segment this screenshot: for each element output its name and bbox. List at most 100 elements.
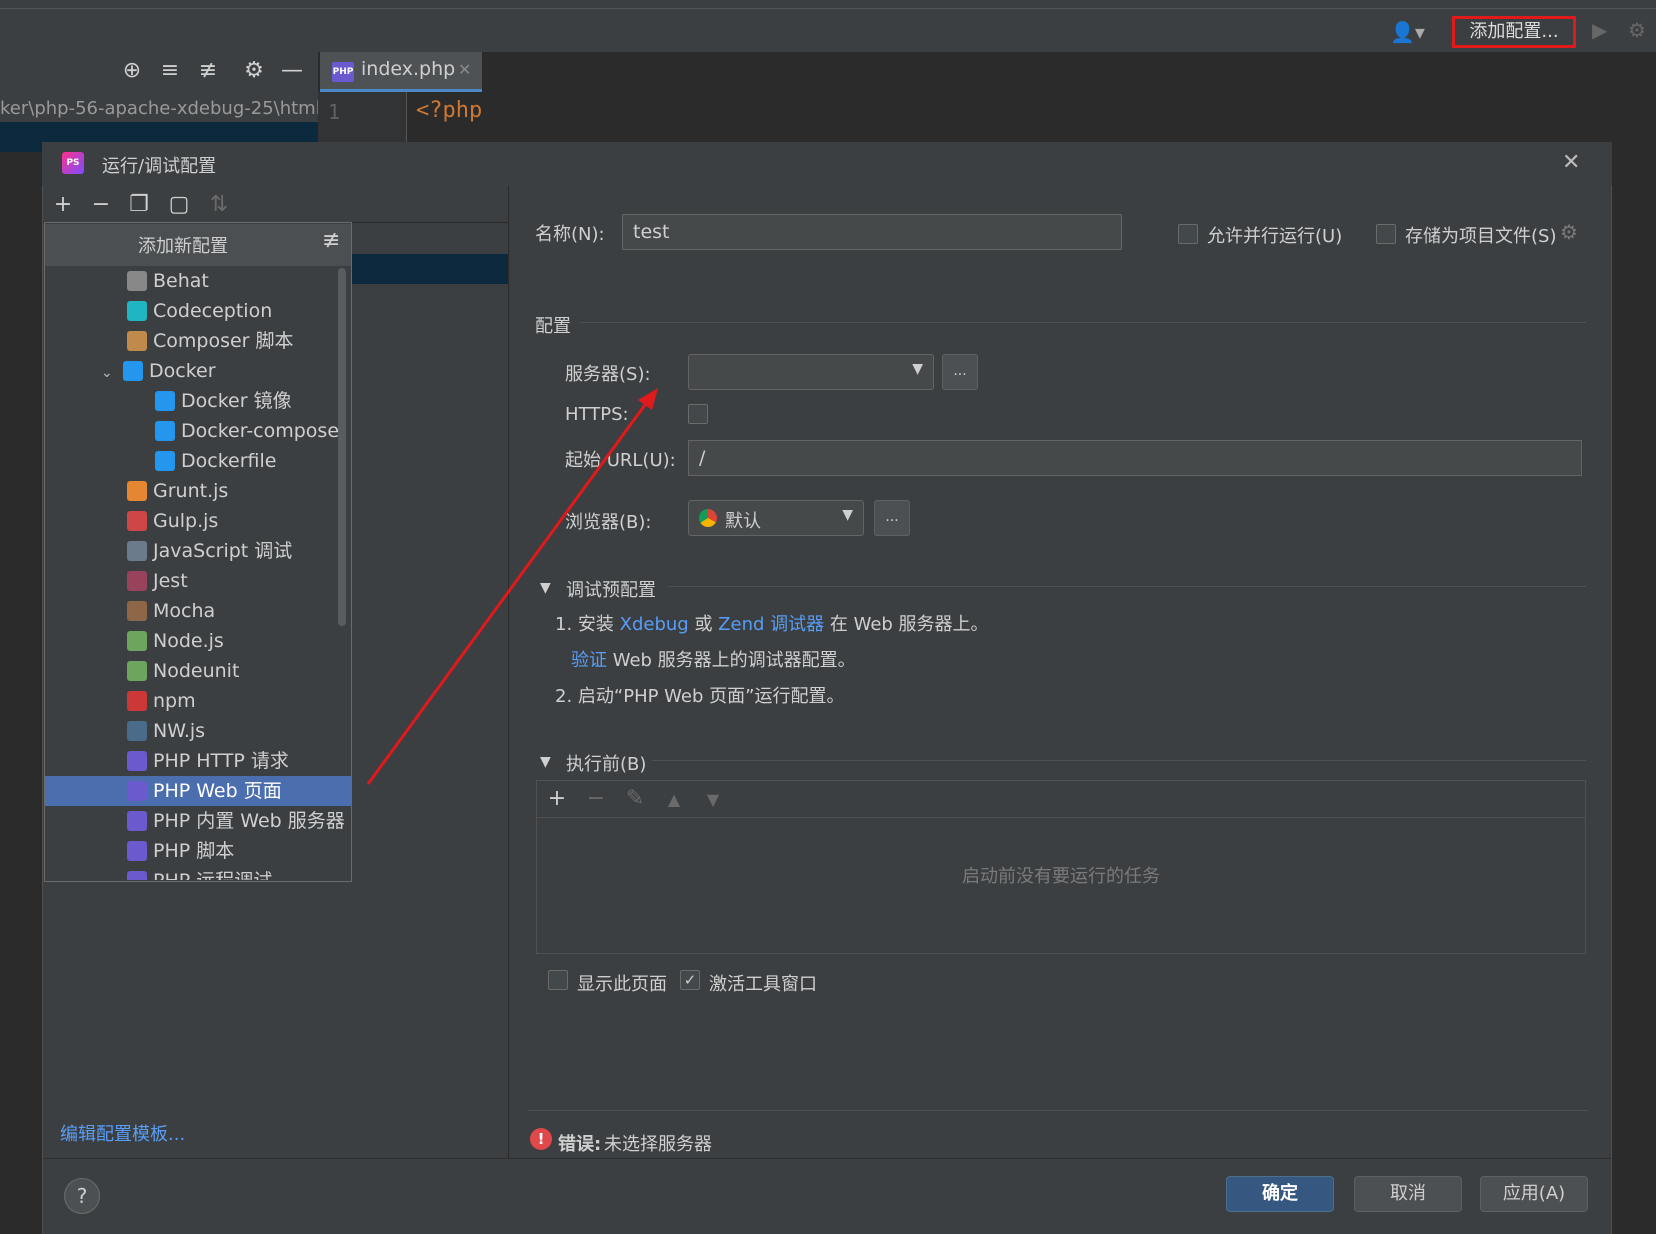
nwjs-icon bbox=[127, 721, 147, 741]
selected-config-row[interactable] bbox=[352, 254, 508, 284]
remove-task-icon[interactable]: − bbox=[583, 786, 609, 811]
show-page-checkbox[interactable] bbox=[548, 970, 568, 990]
php-server-icon bbox=[127, 811, 147, 831]
popup-item[interactable]: Jest bbox=[45, 566, 351, 596]
browser-browse-button[interactable]: ... bbox=[874, 500, 910, 536]
popup-item-label: Codeception bbox=[153, 300, 273, 322]
name-field[interactable]: test bbox=[622, 214, 1122, 250]
config-section-title: 配置 bbox=[535, 316, 571, 337]
server-select[interactable]: ▼ bbox=[688, 354, 934, 390]
dialog-titlebar bbox=[42, 142, 1612, 186]
code-line[interactable]: <?php bbox=[416, 98, 482, 123]
popup-item-label: Grunt.js bbox=[153, 480, 229, 502]
popup-item[interactable]: Mocha bbox=[45, 596, 351, 626]
gear-icon[interactable]: ⚙ bbox=[1560, 220, 1578, 244]
popup-item-label: Jest bbox=[153, 570, 188, 592]
popup-item[interactable]: Docker-compose bbox=[45, 416, 351, 446]
zend-debugger-link[interactable]: Zend 调试器 bbox=[718, 614, 824, 635]
collapse-debug-icon[interactable]: ▼ bbox=[540, 580, 551, 596]
popup-item[interactable]: Gulp.js bbox=[45, 506, 351, 536]
popup-item[interactable]: Grunt.js bbox=[45, 476, 351, 506]
move-down-icon[interactable]: ▼ bbox=[700, 790, 726, 809]
popup-item[interactable]: Docker 镜像 bbox=[45, 386, 351, 416]
start-url-label: 起始 URL(U): bbox=[565, 450, 676, 471]
popup-item[interactable]: Nodeunit bbox=[45, 656, 351, 686]
tab-label[interactable]: index.php bbox=[361, 58, 455, 80]
docker-icon bbox=[155, 391, 175, 411]
collapse-all-icon[interactable]: ≢ bbox=[194, 58, 222, 83]
collapse-before-icon[interactable]: ▼ bbox=[540, 754, 551, 770]
show-page-label: 显示此页面 bbox=[577, 974, 667, 995]
step1-mid: 或 bbox=[688, 614, 719, 635]
popup-item[interactable]: PHP 内置 Web 服务器 bbox=[45, 806, 351, 836]
store-as-file-checkbox[interactable] bbox=[1376, 224, 1396, 244]
verify-suffix: Web 服务器上的调试器配置。 bbox=[607, 650, 856, 671]
dialog-title: 运行/调试配置 bbox=[102, 156, 217, 177]
popup-item-label: PHP Web 页面 bbox=[153, 780, 282, 802]
step1-suffix: 在 Web 服务器上。 bbox=[824, 614, 989, 635]
gear-icon[interactable]: ⚙ bbox=[240, 58, 268, 83]
allow-parallel-label: 允许并行运行(U) bbox=[1207, 226, 1343, 247]
debug-step-1: 1. 安装 Xdebug 或 Zend 调试器 在 Web 服务器上。 bbox=[555, 610, 989, 636]
project-path: ker\php-56-apache-xdebug-25\html bbox=[0, 92, 318, 126]
xdebug-link[interactable]: Xdebug bbox=[620, 614, 689, 635]
docker-icon bbox=[155, 421, 175, 441]
error-divider bbox=[528, 1110, 1588, 1111]
add-task-icon[interactable]: + bbox=[544, 786, 570, 811]
remove-icon[interactable]: − bbox=[88, 192, 114, 217]
popup-item[interactable]: Node.js bbox=[45, 626, 351, 656]
hide-icon[interactable]: — bbox=[278, 58, 306, 83]
name-field-value: test bbox=[633, 221, 670, 243]
popup-item[interactable]: PHP 脚本 bbox=[45, 836, 351, 866]
grunt-icon bbox=[127, 481, 147, 501]
popup-item-label: Gulp.js bbox=[153, 510, 219, 532]
popup-item[interactable]: PHP HTTP 请求 bbox=[45, 746, 351, 776]
before-launch-toolbar bbox=[537, 781, 1585, 818]
popup-item[interactable]: NW.js bbox=[45, 716, 351, 746]
debug-section-title: 调试预配置 bbox=[566, 580, 656, 601]
help-button[interactable]: ? bbox=[64, 1178, 100, 1214]
ok-button[interactable]: 确定 bbox=[1226, 1176, 1334, 1212]
close-icon[interactable]: ✕ bbox=[1562, 150, 1580, 175]
docker-icon bbox=[123, 361, 143, 381]
server-browse-button[interactable]: ... bbox=[942, 354, 978, 390]
copy-icon[interactable]: ❐ bbox=[126, 192, 152, 217]
edit-task-icon[interactable]: ✎ bbox=[622, 786, 648, 811]
folder-add-icon[interactable]: ▢ bbox=[166, 192, 192, 217]
popup-item[interactable]: npm bbox=[45, 686, 351, 716]
locate-icon[interactable]: ⊕ bbox=[118, 58, 146, 83]
popup-item[interactable]: Behat bbox=[45, 266, 351, 296]
https-checkbox[interactable] bbox=[688, 404, 708, 424]
popup-item[interactable]: ⌄ Docker bbox=[45, 356, 351, 386]
browser-select[interactable]: 默认 ▼ bbox=[688, 500, 864, 536]
browser-value: 默认 bbox=[725, 511, 761, 532]
verify-link[interactable]: 验证 bbox=[571, 650, 607, 671]
activate-tool-window-checkbox[interactable]: ✓ bbox=[680, 970, 700, 990]
sort-icon[interactable]: ⇅ bbox=[206, 192, 232, 217]
expand-all-icon[interactable]: ≡ bbox=[156, 58, 184, 83]
popup-item[interactable]: PHP Web 页面 bbox=[45, 776, 351, 806]
popup-item[interactable]: Codeception bbox=[45, 296, 351, 326]
user-icon[interactable]: 👤▾ bbox=[1390, 20, 1425, 44]
debug-icon[interactable]: ⚙ bbox=[1628, 18, 1646, 42]
expand-arrow-icon[interactable]: ⌄ bbox=[101, 358, 115, 388]
cancel-button[interactable]: 取消 bbox=[1354, 1176, 1462, 1212]
close-tab-icon[interactable]: ✕ bbox=[458, 60, 471, 79]
collapse-icon[interactable]: ≢ bbox=[322, 228, 340, 253]
popup-item[interactable]: Composer 脚本 bbox=[45, 326, 351, 356]
move-up-icon[interactable]: ▲ bbox=[661, 790, 687, 809]
gulp-icon bbox=[127, 511, 147, 531]
popup-item-label: Docker bbox=[149, 360, 216, 382]
add-icon[interactable]: + bbox=[50, 192, 76, 217]
edit-templates-link[interactable]: 编辑配置模板... bbox=[60, 1120, 185, 1146]
run-icon[interactable]: ▶ bbox=[1592, 18, 1607, 42]
popup-item-label: Docker-compose bbox=[181, 420, 340, 442]
start-url-field[interactable]: / bbox=[688, 440, 1582, 476]
add-configuration-button[interactable]: 添加配置... bbox=[1452, 16, 1576, 48]
before-launch-empty-text: 启动前没有要运行的任务 bbox=[962, 866, 1160, 887]
debug-verify-line: 验证 Web 服务器上的调试器配置。 bbox=[571, 646, 856, 672]
popup-item[interactable]: Dockerfile bbox=[45, 446, 351, 476]
apply-button[interactable]: 应用(A) bbox=[1480, 1176, 1588, 1212]
allow-parallel-checkbox[interactable] bbox=[1178, 224, 1198, 244]
popup-item[interactable]: JavaScript 调试 bbox=[45, 536, 351, 566]
